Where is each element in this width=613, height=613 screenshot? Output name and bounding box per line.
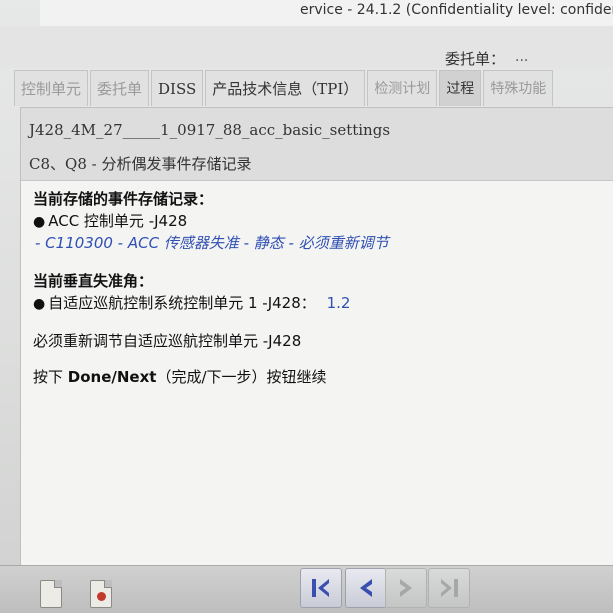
tab-bar: 控制单元 委托单 DISS 产品技术信息（TPI） 检测计划 过程 特殊功能 (14, 70, 613, 106)
tab-special-functions[interactable]: 特殊功能 (483, 70, 554, 106)
tab-order[interactable]: 委托单 (90, 70, 150, 106)
diagnostic-screen: ervice - 24.1.2 (Confidentiality level: … (0, 0, 613, 613)
previous-button[interactable] (345, 568, 387, 608)
angle-unit-label: 自适应巡航控制系统控制单元 1 -J428： (48, 294, 316, 312)
window-title: ervice - 24.1.2 (Confidentiality level: … (300, 2, 613, 18)
previous-icon (360, 579, 372, 597)
last-page-button[interactable] (428, 568, 470, 608)
readjust-instruction: 必须重新调节自适应巡航控制单元 -J428 (33, 332, 302, 350)
tab-test-plan[interactable]: 检测计划 (367, 70, 438, 106)
tab-diss[interactable]: DISS (151, 70, 204, 106)
press-instruction-button-name: Done/Next (67, 368, 157, 386)
order-value: ... (515, 49, 529, 65)
tab-control-units[interactable]: 控制单元 (14, 70, 89, 106)
step-subtitle: C8、Q8 - 分析偶发事件存储记录 (29, 155, 252, 173)
content-panel: J428_4M_27_____1_0917_88_acc_basic_setti… (20, 107, 613, 579)
document-record-icon[interactable] (90, 580, 112, 608)
document-icon[interactable] (40, 580, 62, 608)
bullet-icon: ● (33, 296, 46, 312)
next-icon (400, 579, 412, 597)
next-button[interactable] (385, 568, 427, 608)
first-page-icon (312, 579, 329, 597)
press-instruction-post: （完成/下一步）按钮继续 (156, 368, 327, 386)
tab-tpi[interactable]: 产品技术信息（TPI） (205, 70, 366, 106)
tab-process[interactable]: 过程 (439, 70, 482, 106)
event-code-line: - C110300 - ACC 传感器失准 - 静态 - 必须重新调节 (35, 234, 389, 252)
press-instruction: 按下 Done/Next（完成/下一步）按钮继续 (33, 366, 327, 387)
order-label: 委托单： (445, 50, 506, 68)
press-instruction-pre: 按下 (33, 368, 68, 386)
panel-header: J428_4M_27_____1_0917_88_acc_basic_setti… (21, 108, 613, 181)
angle-value: 1.2 (326, 294, 351, 312)
bullet-icon: ● (33, 214, 46, 230)
event-unit: ACC 控制单元 -J428 (48, 212, 188, 230)
first-page-button[interactable] (300, 568, 342, 608)
angle-heading: 当前垂直失准角： (33, 272, 154, 290)
angle-line: ● 自适应巡航控制系统控制单元 1 -J428： 1.2 (33, 292, 350, 313)
event-heading: 当前存储的事件存储记录： (33, 190, 214, 208)
event-unit-line: ● ACC 控制单元 -J428 (33, 210, 187, 231)
last-page-icon (441, 579, 458, 597)
window-title-bar: ervice - 24.1.2 (Confidentiality level: … (40, 0, 613, 26)
program-file-name: J428_4M_27_____1_0917_88_acc_basic_setti… (29, 121, 391, 139)
